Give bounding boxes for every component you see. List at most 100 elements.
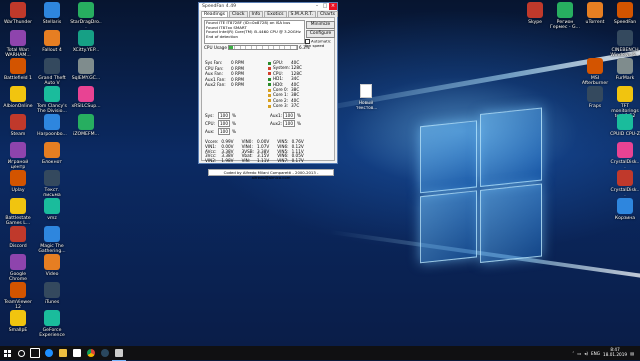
desktop-icon[interactable]: Battlestate Games L... [2, 198, 34, 226]
minimize-button[interactable]: Minimize [306, 21, 335, 29]
desktop-icon[interactable]: iZOMEFM... [70, 114, 102, 137]
desktop-icon[interactable]: Google Chrome [2, 254, 34, 282]
voltage-name: VIN2: [205, 158, 217, 164]
desktop-icon[interactable]: SpeedFan [610, 2, 640, 25]
desktop-icon[interactable]: Grand Theft Auto V [36, 58, 68, 86]
fan-speed-control[interactable]: Aux2: 100% [270, 120, 301, 127]
fan-speed-input[interactable]: 100 [283, 120, 295, 127]
desktop-icon[interactable]: SqlEMY.GC... [70, 58, 102, 81]
start-button[interactable] [0, 346, 14, 360]
desktop-icon[interactable]: GeForce Experience [36, 310, 68, 338]
task-view-button[interactable] [28, 346, 42, 360]
window-title: SpeedFan 4.49 [202, 4, 237, 9]
desktop-icon[interactable]: iTunes [36, 282, 68, 305]
desktop-icon[interactable]: MSI Afterburner [580, 58, 610, 86]
store-icon [73, 349, 81, 357]
search-button[interactable] [14, 346, 28, 360]
desktop-icon[interactable]: Skype [520, 2, 550, 25]
folder-icon [59, 349, 67, 357]
fan-speed-unit: % [232, 121, 236, 126]
desktop-icon[interactable]: CPUID CPU-Z [610, 114, 640, 137]
temperature-value: 40C [291, 81, 300, 87]
desktop-icon[interactable]: AlbionOnline [2, 86, 34, 109]
fan-speed-control[interactable]: Aux1: 100% [270, 112, 301, 119]
configure-button[interactable]: Configure [306, 30, 335, 38]
desktop-icon[interactable]: SmallpE [2, 310, 34, 333]
detection-log[interactable]: Found ITE IT8728F (ID=0x8728) on ISA bus… [204, 20, 305, 44]
desktop-icon[interactable]: CrystalDisk... [610, 170, 640, 198]
desktop-icon[interactable]: StarDragDro... [70, 2, 102, 30]
taskbar-store[interactable] [70, 346, 84, 360]
app-icon [44, 30, 60, 46]
taskbar-speedfan[interactable] [112, 346, 126, 361]
desktop-icon[interactable]: xRSILCSup... [70, 86, 102, 109]
system-tray: ˄ ▭ ◂) ENG 8:47 18.01.2019 ▤ [572, 348, 640, 357]
desktop-icon[interactable]: Tom Clancy's The Divisio... [36, 86, 68, 114]
desktop-icon[interactable]: Регион Гермес - G... [550, 2, 580, 30]
desktop-icon[interactable]: Magic The Gathering... [36, 226, 68, 254]
desktop-icon-label: iZOMEFM... [73, 132, 99, 137]
desktop-icon[interactable]: Total War: WARHAM... [2, 30, 34, 58]
fan-speed-input[interactable]: 100 [218, 128, 230, 135]
speedfan-window[interactable]: SpeedFan 4.49 – □ × Readings Clock Info … [198, 2, 339, 180]
desktop-icon-label: SpeedFan [613, 20, 637, 25]
desktop-file-icon[interactable]: Новый текстов... [356, 84, 377, 110]
minimize-window-button[interactable]: – [313, 3, 321, 10]
desktop-icon[interactable]: Discord [2, 226, 34, 249]
taskbar-explorer[interactable] [56, 346, 70, 360]
temperature-readings: GPU: 40C System:128C CPU: 128C HD1: 34C HD0: 40C… [268, 60, 308, 109]
desktop-icon[interactable]: Harpoonbo... [36, 114, 68, 137]
fan-speed-control[interactable]: Sys: 100% [205, 112, 236, 119]
desktop-icon-label: iTunes [44, 300, 60, 305]
desktop-icon[interactable]: Video [36, 254, 68, 277]
search-icon [17, 349, 25, 357]
taskbar: ˄ ▭ ◂) ENG 8:47 18.01.2019 ▤ [0, 346, 640, 361]
clock[interactable]: 8:47 18.01.2019 [603, 348, 627, 357]
desktop-icon[interactable]: WarThunder [2, 2, 34, 25]
desktop-icon[interactable]: CrystalDisk... [610, 142, 640, 170]
fan-speed-input[interactable]: 100 [283, 112, 295, 119]
taskbar-steam[interactable] [98, 346, 112, 360]
desktop-icon[interactable]: Fallout 4 [36, 30, 68, 53]
volume-icon[interactable]: ◂) [584, 351, 588, 356]
fan-speed-control[interactable]: CPU: 100% [205, 120, 236, 127]
desktop-icon[interactable]: Battlefield 1 [2, 58, 34, 81]
network-icon[interactable]: ▭ [577, 351, 581, 356]
desktop-icon[interactable]: Fraps [580, 86, 610, 109]
desktop-icon-label: CINEBENCH Windows 6... [610, 48, 640, 59]
cpu-usage-bar [228, 45, 298, 50]
fan-speed-control[interactable]: Aux: 100% [205, 128, 236, 135]
desktop-icon-label: TeamViewer 12 [4, 300, 32, 311]
chevron-up-icon[interactable]: ˄ [572, 351, 574, 356]
desktop-icon[interactable]: CINEBENCH Windows 6... [610, 30, 640, 58]
desktop-icon[interactable]: uTorrent [580, 2, 610, 25]
taskbar-edge[interactable] [42, 346, 56, 360]
app-icon [44, 254, 60, 270]
app-icon [587, 58, 603, 74]
desktop-icon[interactable]: Играной центр [2, 142, 34, 170]
desktop-icon[interactable]: TeamViewer 12 [2, 282, 34, 310]
fan-speed-input[interactable]: 100 [218, 120, 230, 127]
desktop-icon-label: Tom Clancy's The Divisio... [37, 104, 67, 115]
taskbar-chrome[interactable] [84, 346, 98, 360]
desktop-icon[interactable]: XCitty.YEP... [70, 30, 102, 53]
desktop-icon-label: FurMark [615, 76, 635, 81]
desktop-icon[interactable]: Корзина [610, 198, 640, 221]
desktop-icon[interactable]: Текст. письма [36, 170, 68, 198]
desktop-icon[interactable]: vmz [36, 198, 68, 221]
app-icon [10, 86, 26, 102]
desktop-icon[interactable]: Блокнот [36, 142, 68, 165]
desktop-icon[interactable]: Uplay [2, 170, 34, 193]
desktop-icon[interactable]: Steam [2, 114, 34, 137]
desktop-icon[interactable]: Stellaris [36, 2, 68, 25]
close-window-button[interactable]: × [329, 3, 337, 10]
desktop-icon[interactable]: FurMark [610, 58, 640, 81]
maximize-window-button[interactable]: □ [321, 3, 329, 10]
app-icon [617, 198, 633, 214]
fan-speed-input[interactable]: 100 [218, 112, 230, 119]
desktop-icon-label: Skype [528, 20, 542, 25]
language-indicator[interactable]: ENG [591, 351, 600, 356]
window-titlebar[interactable]: SpeedFan 4.49 – □ × [199, 3, 337, 10]
voltage-value: 1.98V [221, 158, 234, 164]
notifications-icon[interactable]: ▤ [630, 351, 634, 356]
